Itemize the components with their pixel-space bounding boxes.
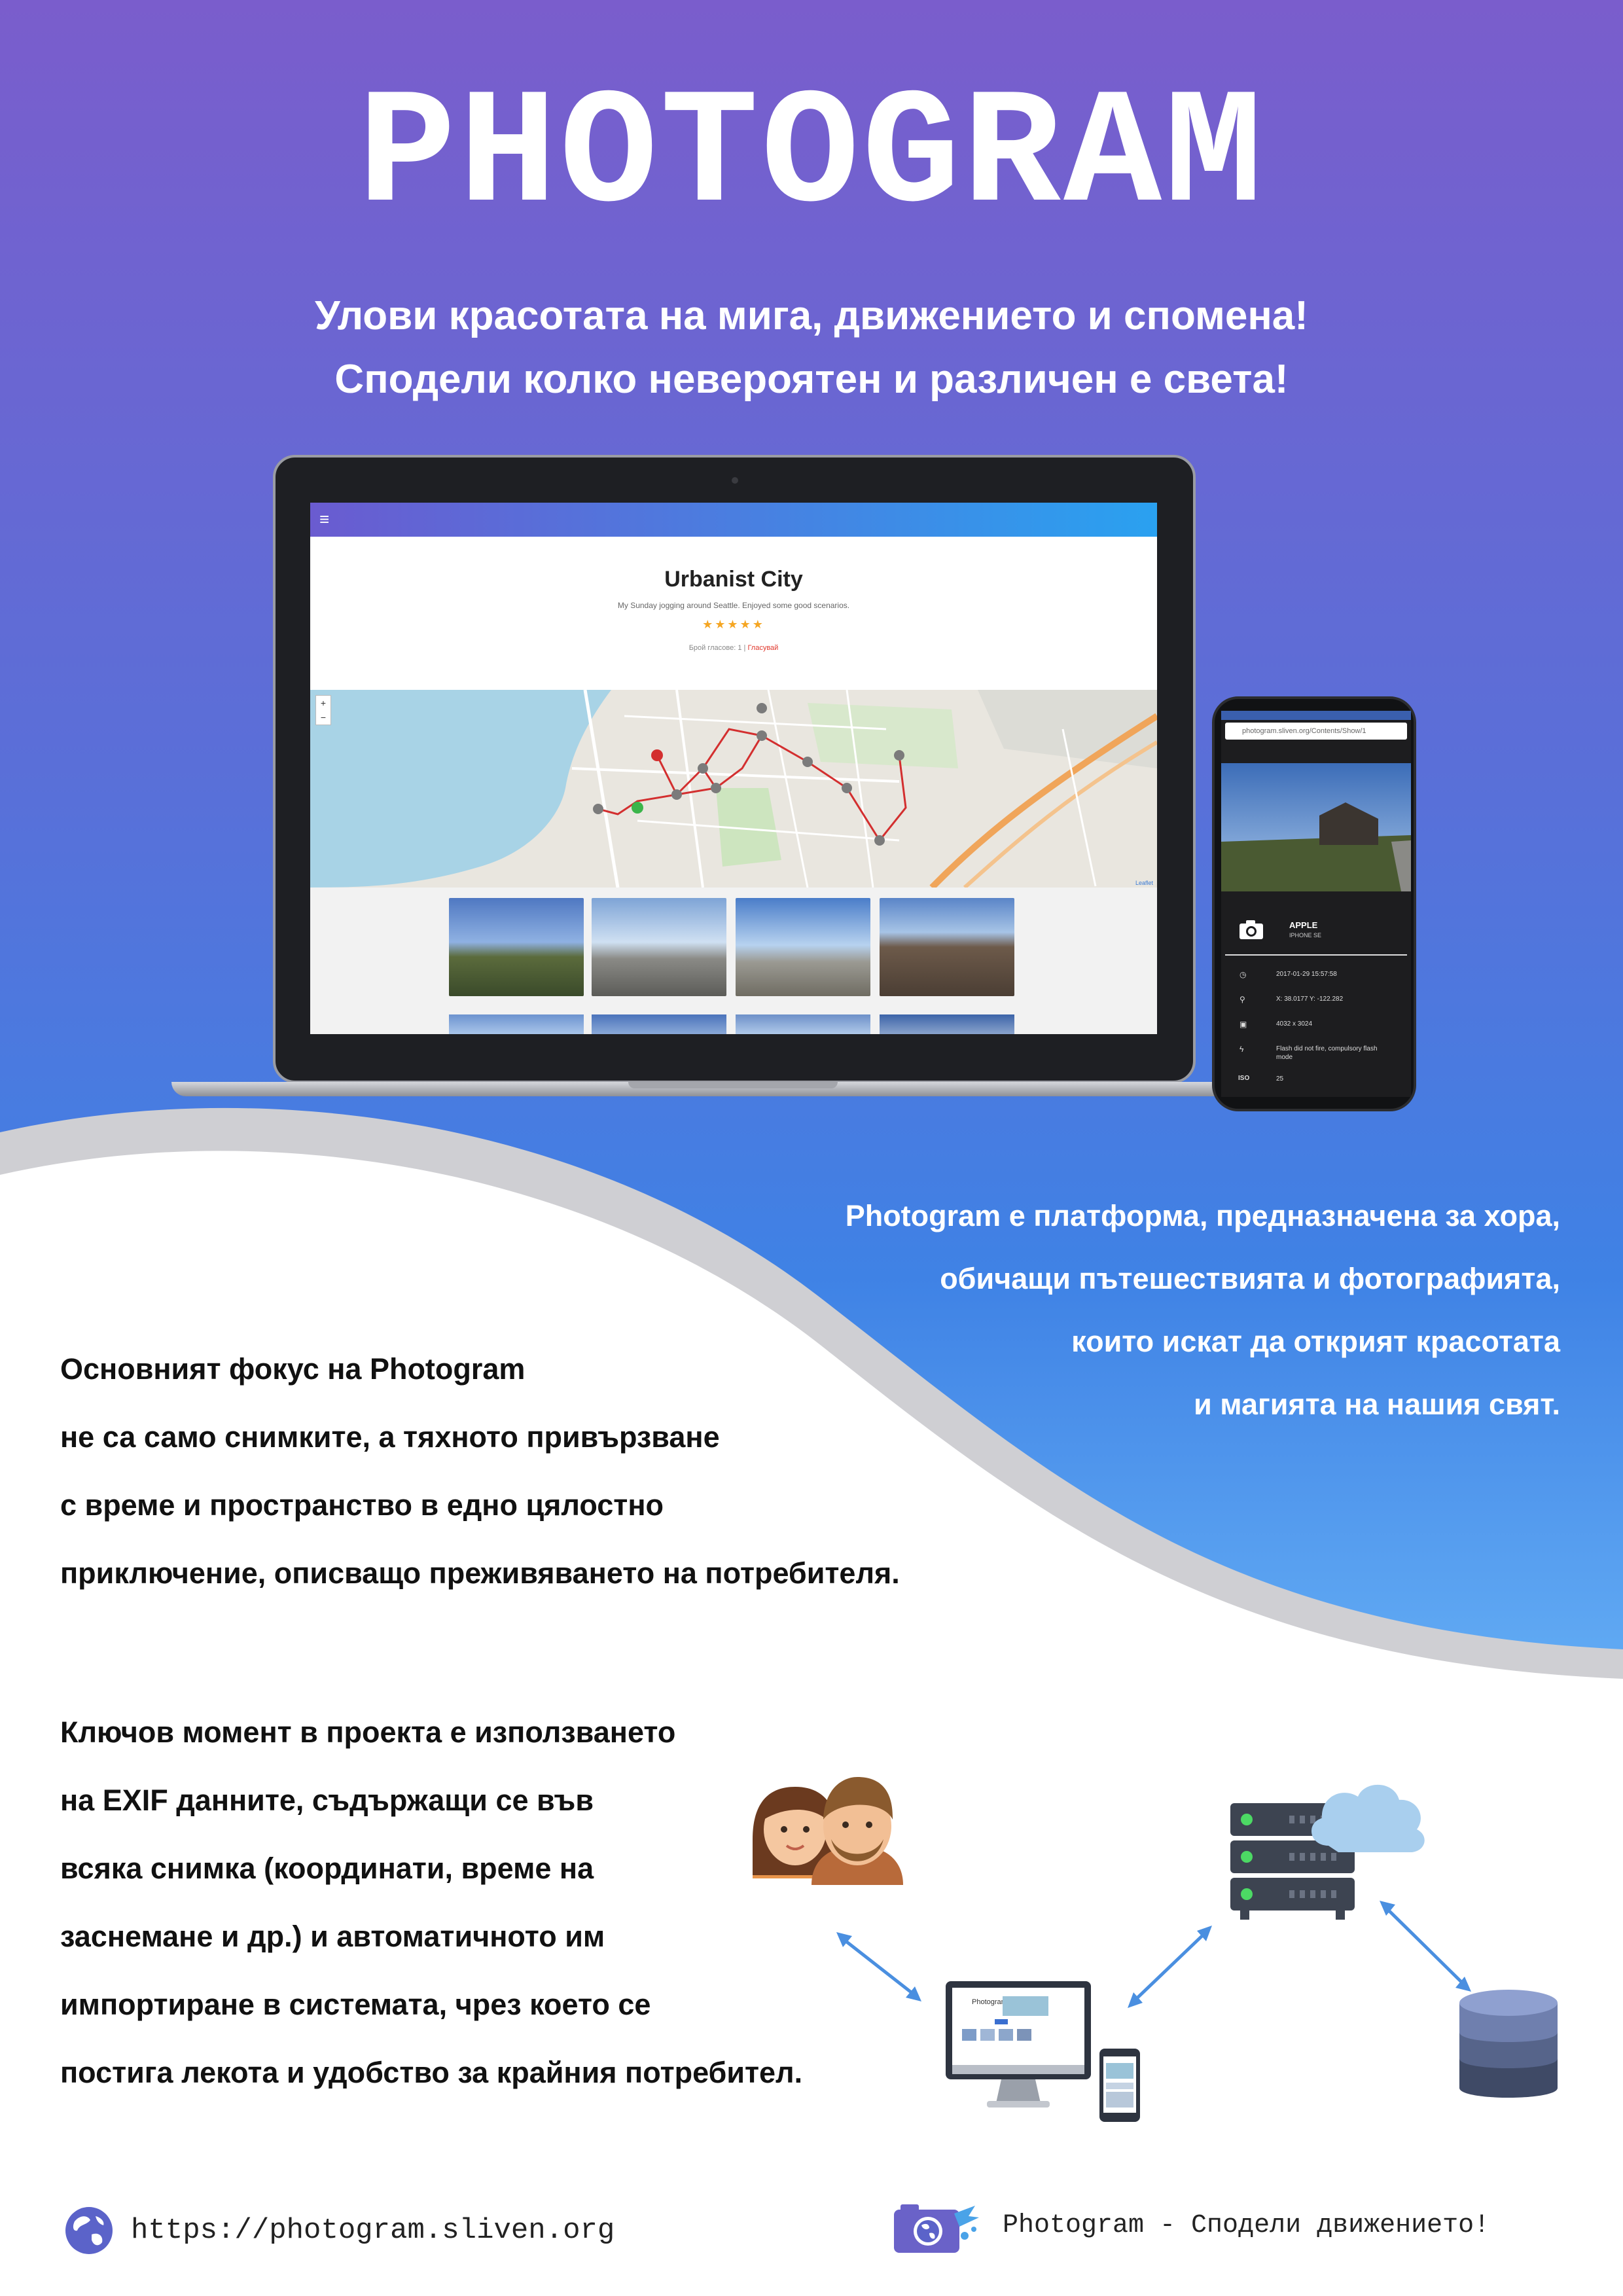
exif-datetime: 2017-01-29 15:57:58 bbox=[1276, 971, 1337, 978]
app-navbar: ≡ bbox=[310, 503, 1157, 537]
exif-resolution: 4032 x 3024 bbox=[1276, 1020, 1313, 1028]
focus-line: не са само снимките, а тяхното привързва… bbox=[60, 1420, 720, 1454]
focus-line: приключение, описващо преживяването на п… bbox=[60, 1556, 900, 1590]
photo-gallery: ˄ bbox=[310, 888, 1157, 1034]
votes-count: Брой гласове: 1 bbox=[688, 644, 742, 652]
exif-line: постига лекота и удобство за крайния пот… bbox=[60, 2056, 803, 2089]
photo-thumbnail[interactable] bbox=[449, 898, 584, 996]
tagline-line-1: Улови красотата на мига, движението и сп… bbox=[315, 293, 1308, 338]
exif-flash: Flash did not fire, compulsory flash mod… bbox=[1276, 1045, 1378, 1061]
app-title: PHOTOGRAM bbox=[357, 64, 1266, 249]
image-icon: ▣ bbox=[1240, 1020, 1247, 1029]
architecture-diagram: Photogram bbox=[753, 1777, 1558, 2122]
photo-thumbnail[interactable] bbox=[592, 1014, 726, 1034]
tagline-line-2: Сподели колко невероятен и различен е св… bbox=[334, 357, 1289, 402]
photo-thumbnail[interactable] bbox=[736, 898, 870, 996]
map-graphic bbox=[310, 690, 1157, 888]
platform-line: обичащи пътешествията и фотографията, bbox=[940, 1262, 1560, 1295]
flash-icon: ϟ bbox=[1240, 1045, 1244, 1054]
exif-line: Ключов момент в проекта е използването bbox=[60, 1715, 676, 1749]
exif-iso: 25 bbox=[1276, 1075, 1284, 1083]
cloud-icon bbox=[1311, 1784, 1425, 1852]
monitor-icon: Photogram bbox=[946, 1981, 1091, 2108]
phone-photo bbox=[1221, 763, 1411, 891]
laptop-hinge bbox=[628, 1082, 838, 1088]
zoom-in-button[interactable]: + bbox=[316, 696, 330, 710]
votes-line: Брой гласове: 1 | Гласувай bbox=[310, 644, 1157, 652]
platform-line: Photogram е платформа, предназначена за … bbox=[845, 1199, 1560, 1232]
footer-slogan: Photogram - Сподели движението! bbox=[1003, 2211, 1490, 2240]
exif-line: заснемане и др.) и автоматичното им bbox=[60, 1920, 605, 1953]
exif-line: всяка снимка (координати, време на bbox=[60, 1852, 594, 1885]
map-zoom-control[interactable]: + − bbox=[315, 695, 331, 725]
laptop-screen: ≡ Urbanist City My Sunday jogging around… bbox=[310, 503, 1157, 1034]
mini-app-title: Photogram bbox=[972, 1998, 1007, 2006]
divider bbox=[1225, 954, 1407, 956]
globe-icon bbox=[65, 2207, 113, 2254]
photogram-logo-icon bbox=[894, 2204, 979, 2253]
focus-line: с време и пространство в едно цялостно bbox=[60, 1488, 664, 1522]
album-description: My Sunday jogging around Seattle. Enjoye… bbox=[617, 601, 850, 610]
vote-link[interactable]: Гласувай bbox=[747, 644, 778, 652]
camera-make: APPLE bbox=[1289, 920, 1318, 930]
photo-image bbox=[1221, 763, 1411, 891]
exif-description: Ключов момент в проекта е използването н… bbox=[60, 1698, 802, 2107]
photo-thumbnail[interactable] bbox=[449, 1014, 584, 1034]
exif-line: на EXIF данните, съдържащи се във bbox=[60, 1784, 594, 1817]
album-title: Urbanist City bbox=[664, 567, 803, 592]
iso-label: ISO bbox=[1238, 1075, 1250, 1082]
photo-thumbnail[interactable] bbox=[880, 1014, 1014, 1034]
exif-line: импортиране в системата, чрез което се bbox=[60, 1988, 651, 2021]
smartphone-icon bbox=[1099, 2049, 1140, 2122]
double-arrow-icon bbox=[1128, 1926, 1212, 2008]
laptop-camera bbox=[732, 477, 738, 484]
phone-screen: photogram.sliven.org/Contents/Show/1 APP… bbox=[1221, 711, 1411, 1097]
route-map[interactable]: + − Leaflet bbox=[310, 690, 1157, 888]
hamburger-menu-icon[interactable]: ≡ bbox=[319, 509, 329, 529]
double-arrow-icon bbox=[1380, 1901, 1471, 1992]
phone-url-bar[interactable]: photogram.sliven.org/Contents/Show/1 bbox=[1225, 723, 1407, 740]
rating-stars[interactable]: ★★★★★ bbox=[310, 618, 1157, 632]
photo-thumbnail[interactable] bbox=[592, 898, 726, 996]
database-icon bbox=[1459, 1990, 1558, 2098]
photo-thumbnail[interactable] bbox=[880, 898, 1014, 996]
phone-status-bar bbox=[1221, 711, 1411, 720]
exif-coordinates: X: 38.0177 Y: -122.282 bbox=[1276, 996, 1344, 1003]
map-attribution[interactable]: Leaflet bbox=[1135, 880, 1153, 886]
focus-description: Основният фокус на Photogram не са само … bbox=[60, 1335, 900, 1607]
clock-icon: ◷ bbox=[1240, 970, 1247, 979]
location-pin-icon: ⚲ bbox=[1240, 995, 1245, 1004]
focus-line: Основният фокус на Photogram bbox=[60, 1352, 526, 1386]
users-icon bbox=[753, 1777, 903, 1885]
camera-model: IPHONE SE bbox=[1289, 932, 1322, 939]
camera-icon bbox=[1240, 920, 1263, 939]
double-arrow-icon bbox=[836, 1932, 921, 2001]
photo-thumbnail[interactable] bbox=[736, 1014, 870, 1034]
zoom-out-button[interactable]: − bbox=[316, 710, 330, 725]
website-link[interactable]: https://photogram.sliven.org bbox=[131, 2214, 615, 2247]
